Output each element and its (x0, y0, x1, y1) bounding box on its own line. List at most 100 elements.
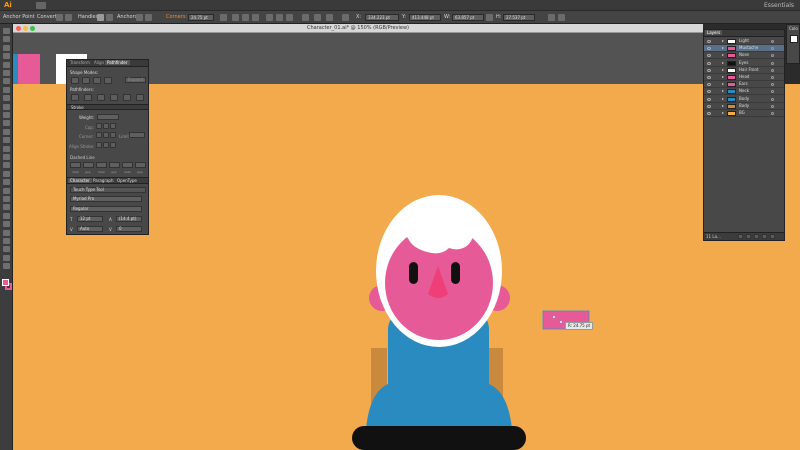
anchors-connect-icon[interactable] (145, 14, 152, 21)
type-tool-icon[interactable] (3, 78, 10, 85)
font-style-field[interactable]: Regular (70, 206, 142, 212)
handles-show-icon[interactable] (97, 14, 104, 21)
pink-swatch[interactable] (18, 54, 40, 84)
constrain-icon[interactable] (486, 14, 493, 21)
align-right-icon[interactable] (252, 14, 259, 21)
fill-preview[interactable] (790, 35, 798, 43)
expand-triangle-icon[interactable] (722, 112, 724, 114)
tab-character[interactable]: Character (68, 178, 92, 183)
layer-row[interactable]: Hair Front (704, 67, 784, 74)
visibility-eye-icon[interactable] (707, 76, 711, 79)
paintbrush-tool-icon[interactable] (3, 103, 10, 110)
limit-field[interactable] (129, 132, 145, 138)
convert-smooth-icon[interactable] (65, 14, 72, 21)
pencil-tool-icon[interactable] (3, 112, 10, 118)
workspace-switcher-icon[interactable] (36, 2, 46, 9)
y-field[interactable]: 413.448 pt (409, 14, 441, 21)
outline-icon[interactable] (123, 94, 131, 101)
expand-triangle-icon[interactable] (722, 40, 724, 42)
new-sublayer-icon[interactable] (754, 234, 759, 239)
font-family-field[interactable]: Myriad Pro (70, 196, 142, 202)
locate-object-icon[interactable] (738, 234, 743, 239)
visibility-eye-icon[interactable] (707, 61, 711, 65)
dashed-line-checkbox[interactable]: Dashed Line (70, 155, 95, 160)
round-cap-icon[interactable] (103, 123, 109, 129)
layer-row[interactable]: Nose (704, 52, 784, 60)
bevel-join-icon[interactable] (110, 132, 116, 138)
eyedropper-tool-icon[interactable] (3, 204, 10, 211)
gap-field[interactable] (135, 162, 146, 168)
right-eye[interactable] (451, 262, 460, 284)
corners-label[interactable]: Corners: (166, 11, 187, 24)
new-layer-icon[interactable] (762, 234, 767, 239)
crop-icon[interactable] (110, 94, 118, 101)
scale-tool-icon[interactable] (3, 145, 10, 152)
tab-paragraph[interactable]: Paragraph (91, 178, 116, 183)
reference-point-icon[interactable] (342, 14, 349, 21)
dash-field[interactable] (96, 162, 107, 168)
x-field[interactable]: 334.223 pt (365, 14, 399, 21)
visibility-eye-icon[interactable] (707, 104, 711, 108)
layer-row[interactable]: Ears (704, 81, 784, 89)
slice-tool-icon[interactable] (3, 246, 10, 253)
minus-back-icon[interactable] (136, 94, 144, 101)
distribute-v-icon[interactable] (326, 14, 333, 21)
visibility-eye-icon[interactable] (707, 68, 711, 72)
eraser-tool-icon[interactable] (3, 128, 10, 135)
isolate-icon[interactable] (220, 14, 227, 21)
visibility-eye-icon[interactable] (707, 47, 711, 51)
make-clipping-mask-icon[interactable] (746, 234, 751, 239)
align-center-icon[interactable] (242, 14, 249, 21)
expand-triangle-icon[interactable] (722, 90, 724, 93)
rectangle-tool-icon[interactable] (3, 95, 10, 102)
artboard-tool-icon[interactable] (3, 238, 10, 244)
expand-triangle-icon[interactable] (722, 68, 724, 71)
dash-field[interactable] (70, 162, 81, 168)
merge-icon[interactable] (97, 94, 105, 101)
align-inside-stroke-icon[interactable] (103, 142, 109, 148)
layer-target-icon[interactable] (771, 68, 774, 72)
expand-triangle-icon[interactable] (722, 97, 724, 100)
layer-target-icon[interactable] (771, 104, 774, 108)
curvature-tool-icon[interactable] (3, 70, 10, 76)
expand-triangle-icon[interactable] (722, 83, 724, 86)
align-outside-stroke-icon[interactable] (110, 142, 116, 148)
layer-target-icon[interactable] (771, 97, 774, 101)
butt-cap-icon[interactable] (96, 123, 102, 129)
unite-icon[interactable] (71, 77, 79, 84)
delete-layer-icon[interactable] (770, 234, 775, 239)
shape-builder-tool-icon[interactable] (3, 170, 10, 177)
left-eye[interactable] (409, 262, 418, 284)
visibility-eye-icon[interactable] (707, 83, 711, 87)
layer-target-icon[interactable] (771, 112, 774, 115)
graph-tool-icon[interactable] (3, 229, 10, 236)
tab-pathfinder[interactable]: Pathfinder (105, 60, 130, 65)
layer-target-icon[interactable] (771, 90, 774, 94)
blue-swatch[interactable] (13, 54, 18, 84)
blend-tool-icon[interactable] (3, 212, 10, 219)
fill-color-swatch[interactable] (2, 279, 9, 286)
layer-target-icon[interactable] (771, 83, 774, 87)
tracking-field[interactable]: 0 (116, 226, 142, 232)
corner-widget-handle-2[interactable] (559, 320, 563, 324)
visibility-eye-icon[interactable] (707, 112, 711, 115)
layers-panel-title[interactable]: Layers (705, 30, 723, 35)
dash-field[interactable] (122, 162, 133, 168)
tab-opentype[interactable]: OpenType (115, 178, 139, 183)
h-field[interactable]: 27.537 pt (503, 14, 535, 21)
miter-join-icon[interactable] (96, 132, 102, 138)
gradient-tool-icon[interactable] (3, 196, 10, 202)
mesh-tool-icon[interactable] (3, 187, 10, 194)
layer-target-icon[interactable] (771, 54, 774, 58)
expand-triangle-icon[interactable] (722, 47, 724, 50)
hand-tool-icon[interactable] (3, 254, 10, 261)
align-left-icon[interactable] (232, 14, 239, 21)
expand-triangle-icon[interactable] (722, 54, 724, 57)
layer-row[interactable]: Mustache (704, 45, 784, 53)
leading-field[interactable]: (14.4 pt) (116, 216, 142, 222)
minus-front-icon[interactable] (82, 77, 90, 84)
intersect-icon[interactable] (93, 77, 101, 84)
selection-tool-icon[interactable] (3, 28, 10, 34)
corner-radius-field[interactable]: 24.75 pt (188, 14, 214, 21)
square-cap-icon[interactable] (110, 123, 116, 129)
